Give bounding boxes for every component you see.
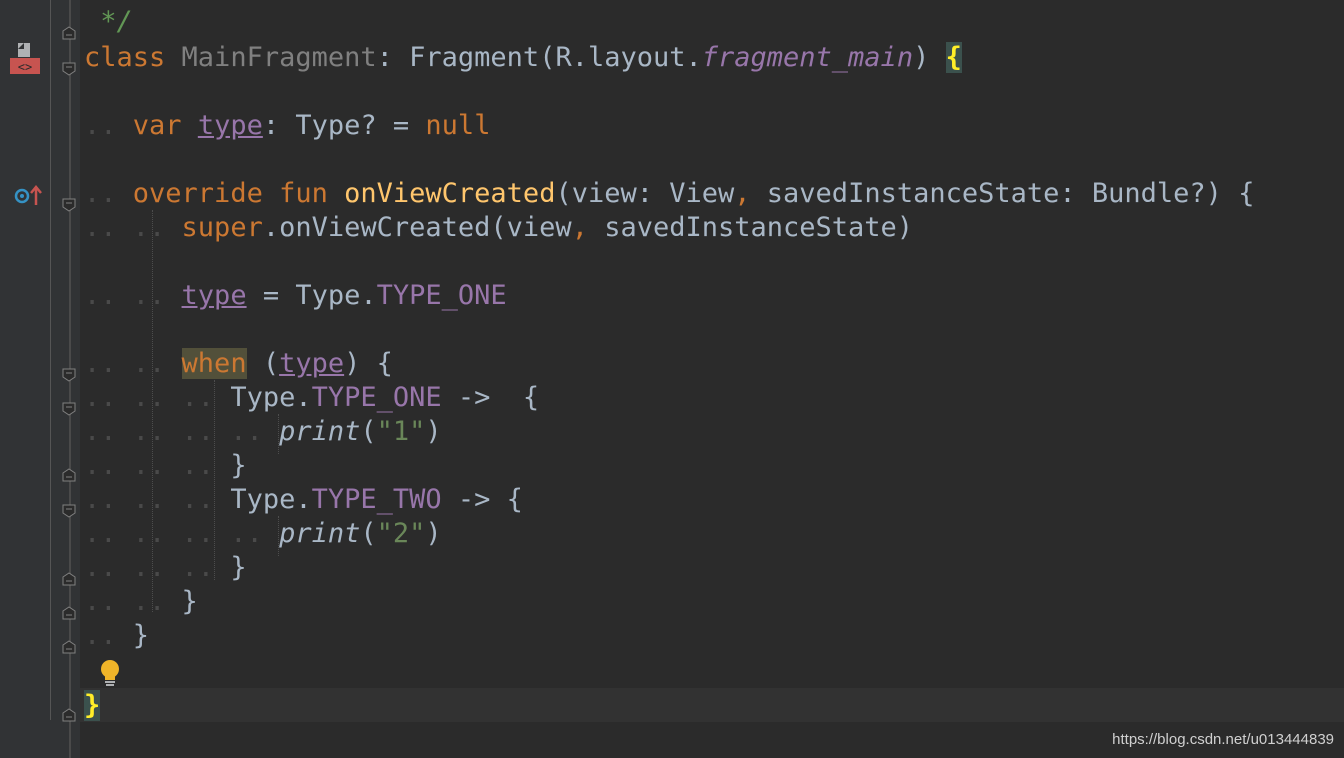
code-line[interactable]: .. .. .. } <box>84 551 247 585</box>
function-params-rest: savedInstanceState: Bundle?) { <box>750 178 1255 209</box>
when-close: ) { <box>344 348 393 379</box>
matched-brace: { <box>945 42 962 73</box>
var-type: : Type? = <box>262 110 426 141</box>
print-function: print <box>279 518 361 549</box>
current-line-highlight <box>80 688 1344 722</box>
code-line[interactable]: .. .. when (type) { <box>84 347 393 381</box>
code-line[interactable]: .. .. super.onViewCreated(view, savedIns… <box>84 211 913 245</box>
paren-open: ( <box>360 416 377 447</box>
string-literal: "2" <box>376 518 426 549</box>
override-fun-keyword: override fun <box>132 178 328 209</box>
super-call: .onViewCreated(view <box>262 212 572 243</box>
fold-marker-icon[interactable] <box>62 596 76 620</box>
code-line[interactable]: } <box>84 689 101 723</box>
fold-marker-icon[interactable] <box>62 188 76 212</box>
when-open: ( <box>246 348 280 379</box>
code-line[interactable]: .. .. } <box>84 585 198 619</box>
class-name: MainFragment <box>181 42 377 73</box>
when-keyword: when <box>181 348 247 379</box>
code-editor[interactable]: <> */ class MainFragment: Fragment(R.lay… <box>0 0 1344 758</box>
enum-constant: TYPE_TWO <box>311 484 442 515</box>
class-close: ) <box>913 42 946 73</box>
close-brace: } <box>132 620 150 651</box>
print-function: print <box>279 416 361 447</box>
comment-end: */ <box>84 6 133 37</box>
code-line[interactable]: .. .. .. Type.TYPE_TWO -> { <box>84 483 523 517</box>
string-literal: "1" <box>376 416 426 447</box>
function-name: onViewCreated <box>344 178 556 209</box>
class-super: Fragment(R.layout. <box>392 42 702 73</box>
override-method-icon[interactable] <box>14 183 42 205</box>
fold-marker-icon[interactable] <box>62 494 76 518</box>
code-line[interactable]: .. .. .. .. print("1") <box>84 415 442 449</box>
super-keyword: super <box>181 212 263 243</box>
var-name: type <box>197 110 263 141</box>
intention-bulb-icon[interactable] <box>98 658 122 688</box>
case-type: Type. <box>230 484 312 515</box>
fold-marker-icon[interactable] <box>62 698 76 722</box>
super-args: savedInstanceState) <box>587 212 914 243</box>
case-type: Type. <box>230 382 312 413</box>
code-line[interactable]: class MainFragment: Fragment(R.layout.fr… <box>84 41 962 75</box>
code-line[interactable]: .. .. .. Type.TYPE_ONE -> { <box>84 381 539 415</box>
paren-open: ( <box>360 518 377 549</box>
fold-marker-icon[interactable] <box>62 562 76 586</box>
close-brace: } <box>230 552 247 583</box>
enum-constant: TYPE_ONE <box>376 280 507 311</box>
arg-comma: , <box>571 212 588 243</box>
paren-close: ) <box>425 518 442 549</box>
close-brace: } <box>230 450 247 481</box>
layout-resource: fragment_main <box>701 42 914 73</box>
code-line[interactable]: */ <box>84 5 133 39</box>
watermark: https://blog.csdn.net/u013444839 <box>1112 731 1334 748</box>
fold-marker-icon[interactable] <box>62 52 76 76</box>
code-line[interactable]: .. .. .. .. print("2") <box>84 517 442 551</box>
code-line[interactable]: .. } <box>84 619 149 653</box>
fold-marker-icon[interactable] <box>62 630 76 654</box>
close-brace: } <box>181 586 198 617</box>
param-comma: , <box>734 178 751 209</box>
case-arrow: -> { <box>441 484 523 515</box>
code-line[interactable]: .. .. type = Type.TYPE_ONE <box>84 279 507 313</box>
case-arrow: -> { <box>441 382 540 413</box>
var-keyword: var <box>132 110 182 141</box>
when-field: type <box>279 348 345 379</box>
matched-brace: } <box>84 690 101 721</box>
class-file-icon[interactable]: <> <box>10 43 40 75</box>
enum-constant: TYPE_ONE <box>311 382 442 413</box>
code-line[interactable]: .. var type: Type? = null <box>84 109 490 143</box>
function-params: (view: View <box>555 178 735 209</box>
class-colon: : <box>376 42 393 73</box>
assign-field: type <box>181 280 247 311</box>
fold-marker-icon[interactable] <box>62 458 76 482</box>
assign-eq: = Type. <box>246 280 377 311</box>
code-line[interactable]: .. override fun onViewCreated(view: View… <box>84 177 1254 211</box>
code-line[interactable]: .. .. .. } <box>84 449 247 483</box>
null-keyword: null <box>425 110 491 141</box>
paren-close: ) <box>425 416 442 447</box>
gutter-separator <box>50 0 51 720</box>
class-keyword: class <box>84 42 166 73</box>
svg-text:<>: <> <box>18 60 32 74</box>
fold-marker-icon[interactable] <box>62 16 76 40</box>
fold-marker-icon[interactable] <box>62 392 76 416</box>
fold-marker-icon[interactable] <box>62 358 76 382</box>
